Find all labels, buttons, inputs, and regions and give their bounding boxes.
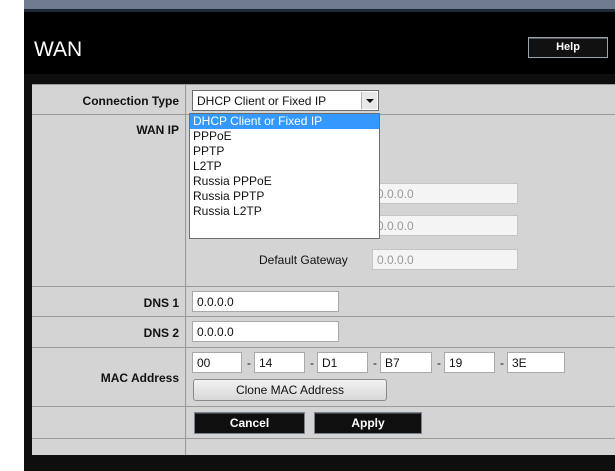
option-russia-l2tp[interactable]: Russia L2TP — [190, 204, 379, 219]
option-russia-pppoe[interactable]: Russia PPPoE — [190, 174, 379, 189]
option-l2tp[interactable]: L2TP — [190, 159, 379, 174]
connection-type-row: Connection Type DHCP Client or Fixed IP … — [32, 84, 615, 239]
subnet-mask-input[interactable] — [372, 215, 518, 236]
mac-address-label: MAC Address — [100, 371, 179, 385]
page-title: WAN — [34, 38, 83, 61]
wan-panel: WAN Help Connection Type DHCP Client or … — [24, 0, 615, 471]
mac-separator: - — [500, 356, 504, 370]
top-border — [24, 0, 615, 9]
mac-octet-2-input[interactable] — [254, 352, 305, 373]
form-bottom — [32, 438, 615, 455]
actions-row: Cancel Apply — [32, 406, 615, 438]
mac-octet-4-input[interactable] — [380, 352, 432, 373]
mac-octet-3-input[interactable] — [317, 352, 368, 373]
chevron-down-icon[interactable] — [361, 92, 377, 109]
apply-button[interactable]: Apply — [314, 412, 422, 434]
mac-separator: - — [310, 356, 314, 370]
title-bar — [24, 12, 615, 74]
mac-octet-6-input[interactable] — [507, 352, 565, 373]
connection-type-dropdown[interactable]: DHCP Client or Fixed IP PPPoE PPTP L2TP … — [189, 113, 380, 239]
mac-octet-5-input[interactable] — [444, 352, 495, 373]
clone-mac-address-button[interactable]: Clone MAC Address — [193, 379, 387, 401]
mac-separator: - — [247, 356, 251, 370]
mac-separator: - — [437, 356, 441, 370]
mac-address-row: MAC Address - - - - - Clone MAC Address — [32, 347, 615, 406]
ip-address-input[interactable] — [372, 183, 518, 204]
dns1-label: DNS 1 — [143, 296, 179, 310]
option-dhcp-client-or-fixed-ip[interactable]: DHCP Client or Fixed IP — [190, 114, 379, 129]
connection-type-select[interactable]: DHCP Client or Fixed IP — [192, 90, 379, 111]
wan-ip-label: WAN IP — [136, 123, 179, 137]
option-pppoe[interactable]: PPPoE — [190, 129, 379, 144]
dns2-input[interactable] — [192, 321, 339, 342]
mac-octet-1-input[interactable] — [192, 352, 242, 373]
dns1-input[interactable] — [192, 291, 339, 312]
cancel-button[interactable]: Cancel — [194, 412, 305, 434]
dns2-label: DNS 2 — [143, 326, 179, 340]
connection-type-selected: DHCP Client or Fixed IP — [197, 94, 327, 108]
dns2-row: DNS 2 — [32, 316, 615, 347]
help-button[interactable]: Help — [528, 37, 608, 58]
default-gateway-input[interactable] — [372, 249, 518, 270]
option-pptp[interactable]: PPTP — [190, 144, 379, 159]
dns1-row: DNS 1 — [32, 286, 615, 316]
mac-separator: - — [373, 356, 377, 370]
option-russia-pptp[interactable]: Russia PPTP — [190, 189, 379, 204]
connection-type-label: Connection Type — [82, 94, 179, 108]
default-gateway-label: Default Gateway — [259, 253, 348, 267]
wan-form: Connection Type DHCP Client or Fixed IP … — [32, 84, 615, 455]
